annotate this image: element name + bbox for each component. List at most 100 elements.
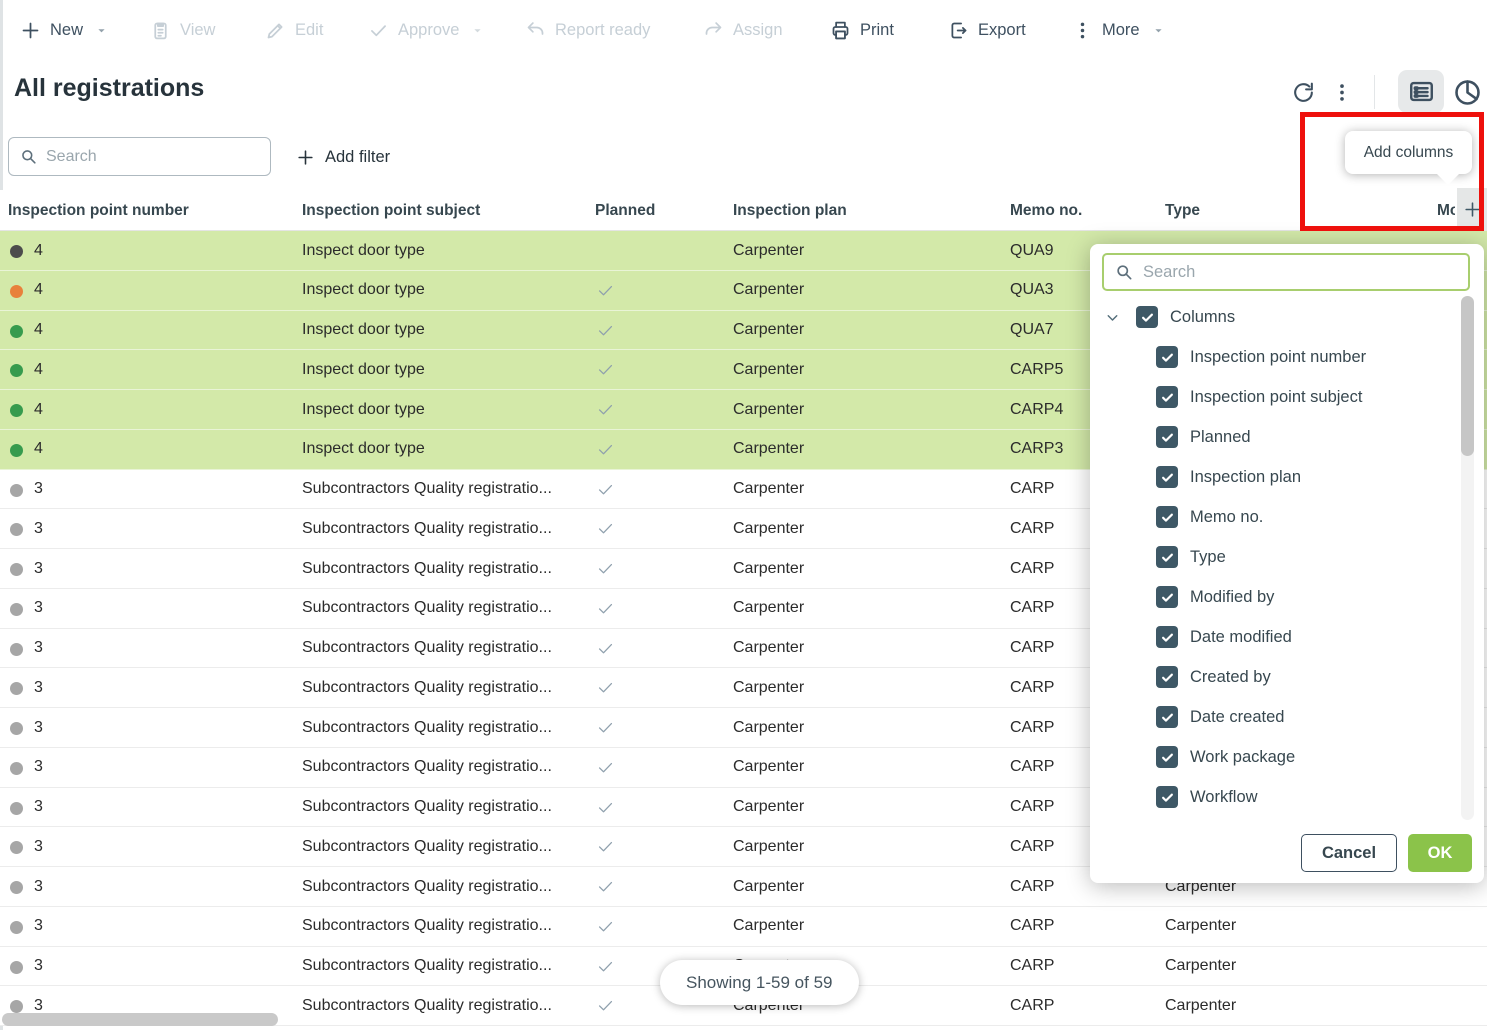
cell-inspection-point-number: 3 bbox=[34, 589, 43, 628]
planned-check-icon bbox=[596, 827, 615, 866]
planned-check-icon bbox=[596, 549, 615, 588]
cell-inspection-point-number: 3 bbox=[34, 629, 43, 668]
column-option-date-created[interactable]: Date created bbox=[1156, 697, 1284, 737]
table-row[interactable]: 3Subcontractors Quality registratio...Ca… bbox=[0, 907, 1487, 947]
status-dot-gray bbox=[10, 881, 23, 894]
cell-inspection-point-subject: Inspect door type bbox=[302, 350, 425, 389]
status-dot-gray bbox=[10, 762, 23, 775]
planned-check-icon bbox=[596, 430, 615, 469]
column-option-created-by[interactable]: Created by bbox=[1156, 657, 1271, 697]
checkbox-checked[interactable] bbox=[1156, 546, 1178, 568]
cell-inspection-plan: Carpenter bbox=[733, 271, 804, 310]
checkbox-checked[interactable] bbox=[1156, 666, 1178, 688]
chevron-down-icon[interactable] bbox=[1104, 309, 1121, 326]
search-box[interactable] bbox=[8, 137, 271, 176]
panel-scrollbar[interactable] bbox=[1461, 296, 1474, 820]
column-header-memo-no-[interactable]: Memo no. bbox=[1010, 190, 1082, 231]
column-header-planned[interactable]: Planned bbox=[595, 190, 655, 231]
status-dot-gray bbox=[10, 1000, 23, 1013]
column-option-type[interactable]: Type bbox=[1156, 537, 1226, 577]
columns-tree-root[interactable]: Columns bbox=[1104, 297, 1235, 337]
add-filter-button[interactable]: Add filter bbox=[296, 141, 390, 173]
cell-inspection-point-subject: Inspect door type bbox=[302, 271, 425, 310]
checkbox-checked[interactable] bbox=[1156, 786, 1178, 808]
planned-check-icon bbox=[596, 311, 615, 350]
refresh-button[interactable] bbox=[1289, 78, 1317, 106]
overflow-menu-button[interactable] bbox=[1331, 78, 1353, 106]
toolbar-button-print[interactable]: Print bbox=[830, 12, 894, 48]
planned-check-icon bbox=[596, 470, 615, 509]
column-header-inspection-plan[interactable]: Inspection plan bbox=[733, 190, 847, 231]
checkbox-checked[interactable] bbox=[1156, 706, 1178, 728]
cell-memo-no: CARP bbox=[1010, 748, 1054, 787]
toolbar-button-export[interactable]: Export bbox=[948, 12, 1026, 48]
clipboard-icon bbox=[150, 20, 171, 41]
search-icon bbox=[19, 147, 38, 166]
column-option-inspection-point-subject[interactable]: Inspection point subject bbox=[1156, 377, 1362, 417]
printer-icon bbox=[830, 20, 851, 41]
column-option-date-modified[interactable]: Date modified bbox=[1156, 617, 1292, 657]
pie-view-toggle[interactable] bbox=[1448, 74, 1486, 110]
cell-inspection-plan: Carpenter bbox=[733, 907, 804, 946]
column-option-work-package[interactable]: Work package bbox=[1156, 737, 1295, 777]
column-header-type[interactable]: Type bbox=[1165, 190, 1200, 231]
column-option-inspection-point-number[interactable]: Inspection point number bbox=[1156, 337, 1366, 377]
status-dot-gray bbox=[10, 722, 23, 735]
status-dot-gray bbox=[10, 563, 23, 576]
add-columns-button[interactable] bbox=[1457, 188, 1487, 231]
cell-inspection-plan: Carpenter bbox=[733, 668, 804, 707]
column-header-inspection-point-subject[interactable]: Inspection point subject bbox=[302, 190, 480, 231]
planned-check-icon bbox=[596, 390, 615, 429]
cell-inspection-point-subject: Subcontractors Quality registratio... bbox=[302, 668, 552, 707]
checkbox-checked[interactable] bbox=[1156, 426, 1178, 448]
toolbar-button-more[interactable]: More bbox=[1072, 12, 1166, 48]
column-option-planned[interactable]: Planned bbox=[1156, 417, 1251, 457]
checkbox-checked[interactable] bbox=[1156, 386, 1178, 408]
cell-inspection-point-number: 4 bbox=[34, 311, 43, 350]
toolbar-button-view: View bbox=[150, 12, 215, 48]
cell-inspection-plan: Carpenter bbox=[733, 867, 804, 906]
status-dot-gray bbox=[10, 484, 23, 497]
cell-inspection-point-subject: Inspect door type bbox=[302, 231, 425, 270]
columns-root-checkbox[interactable] bbox=[1136, 306, 1158, 328]
checkbox-checked[interactable] bbox=[1156, 586, 1178, 608]
column-header-truncated[interactable]: Mo bbox=[1437, 190, 1455, 231]
checkbox-checked[interactable] bbox=[1156, 746, 1178, 768]
cell-inspection-point-subject: Subcontractors Quality registratio... bbox=[302, 867, 552, 906]
cell-type: Carpenter bbox=[1165, 907, 1236, 946]
column-option-workflow[interactable]: Workflow bbox=[1156, 777, 1258, 817]
cell-memo-no: CARP bbox=[1010, 668, 1054, 707]
horizontal-scrollbar-thumb[interactable] bbox=[2, 1013, 278, 1026]
caret-down-icon bbox=[470, 23, 485, 38]
toolbar-button-new[interactable]: New bbox=[20, 12, 109, 48]
add-columns-panel: ColumnsInspection point numberInspection… bbox=[1090, 244, 1484, 883]
column-option-modified-by[interactable]: Modified by bbox=[1156, 577, 1274, 617]
columns-root-label: Columns bbox=[1170, 308, 1235, 327]
status-dot-green bbox=[10, 404, 23, 417]
panel-search-box[interactable] bbox=[1102, 253, 1470, 291]
cell-inspection-point-number: 3 bbox=[34, 748, 43, 787]
checkbox-checked[interactable] bbox=[1156, 466, 1178, 488]
cell-inspection-point-number: 3 bbox=[34, 788, 43, 827]
toolbar-button-edit: Edit bbox=[265, 12, 323, 48]
panel-search-input[interactable] bbox=[1143, 263, 1458, 282]
cell-inspection-point-number: 3 bbox=[34, 947, 43, 986]
table-view-toggle[interactable] bbox=[1398, 70, 1444, 113]
cell-inspection-plan: Carpenter bbox=[733, 788, 804, 827]
panel-scrollbar-thumb[interactable] bbox=[1461, 296, 1474, 456]
undo-icon bbox=[525, 20, 546, 41]
checkbox-checked[interactable] bbox=[1156, 346, 1178, 368]
checkbox-checked[interactable] bbox=[1156, 626, 1178, 648]
cell-memo-no: CARP bbox=[1010, 509, 1054, 548]
ok-button[interactable]: OK bbox=[1408, 834, 1472, 872]
checkbox-checked[interactable] bbox=[1156, 506, 1178, 528]
column-option-inspection-plan[interactable]: Inspection plan bbox=[1156, 457, 1301, 497]
kebab-icon bbox=[1072, 20, 1093, 41]
status-dot-green bbox=[10, 364, 23, 377]
column-header-inspection-point-number[interactable]: Inspection point number bbox=[8, 190, 189, 231]
column-option-memo-no-[interactable]: Memo no. bbox=[1156, 497, 1263, 537]
cancel-button[interactable]: Cancel bbox=[1301, 834, 1397, 872]
cell-inspection-plan: Carpenter bbox=[733, 827, 804, 866]
search-input[interactable] bbox=[46, 148, 260, 166]
cell-inspection-point-subject: Subcontractors Quality registratio... bbox=[302, 748, 552, 787]
